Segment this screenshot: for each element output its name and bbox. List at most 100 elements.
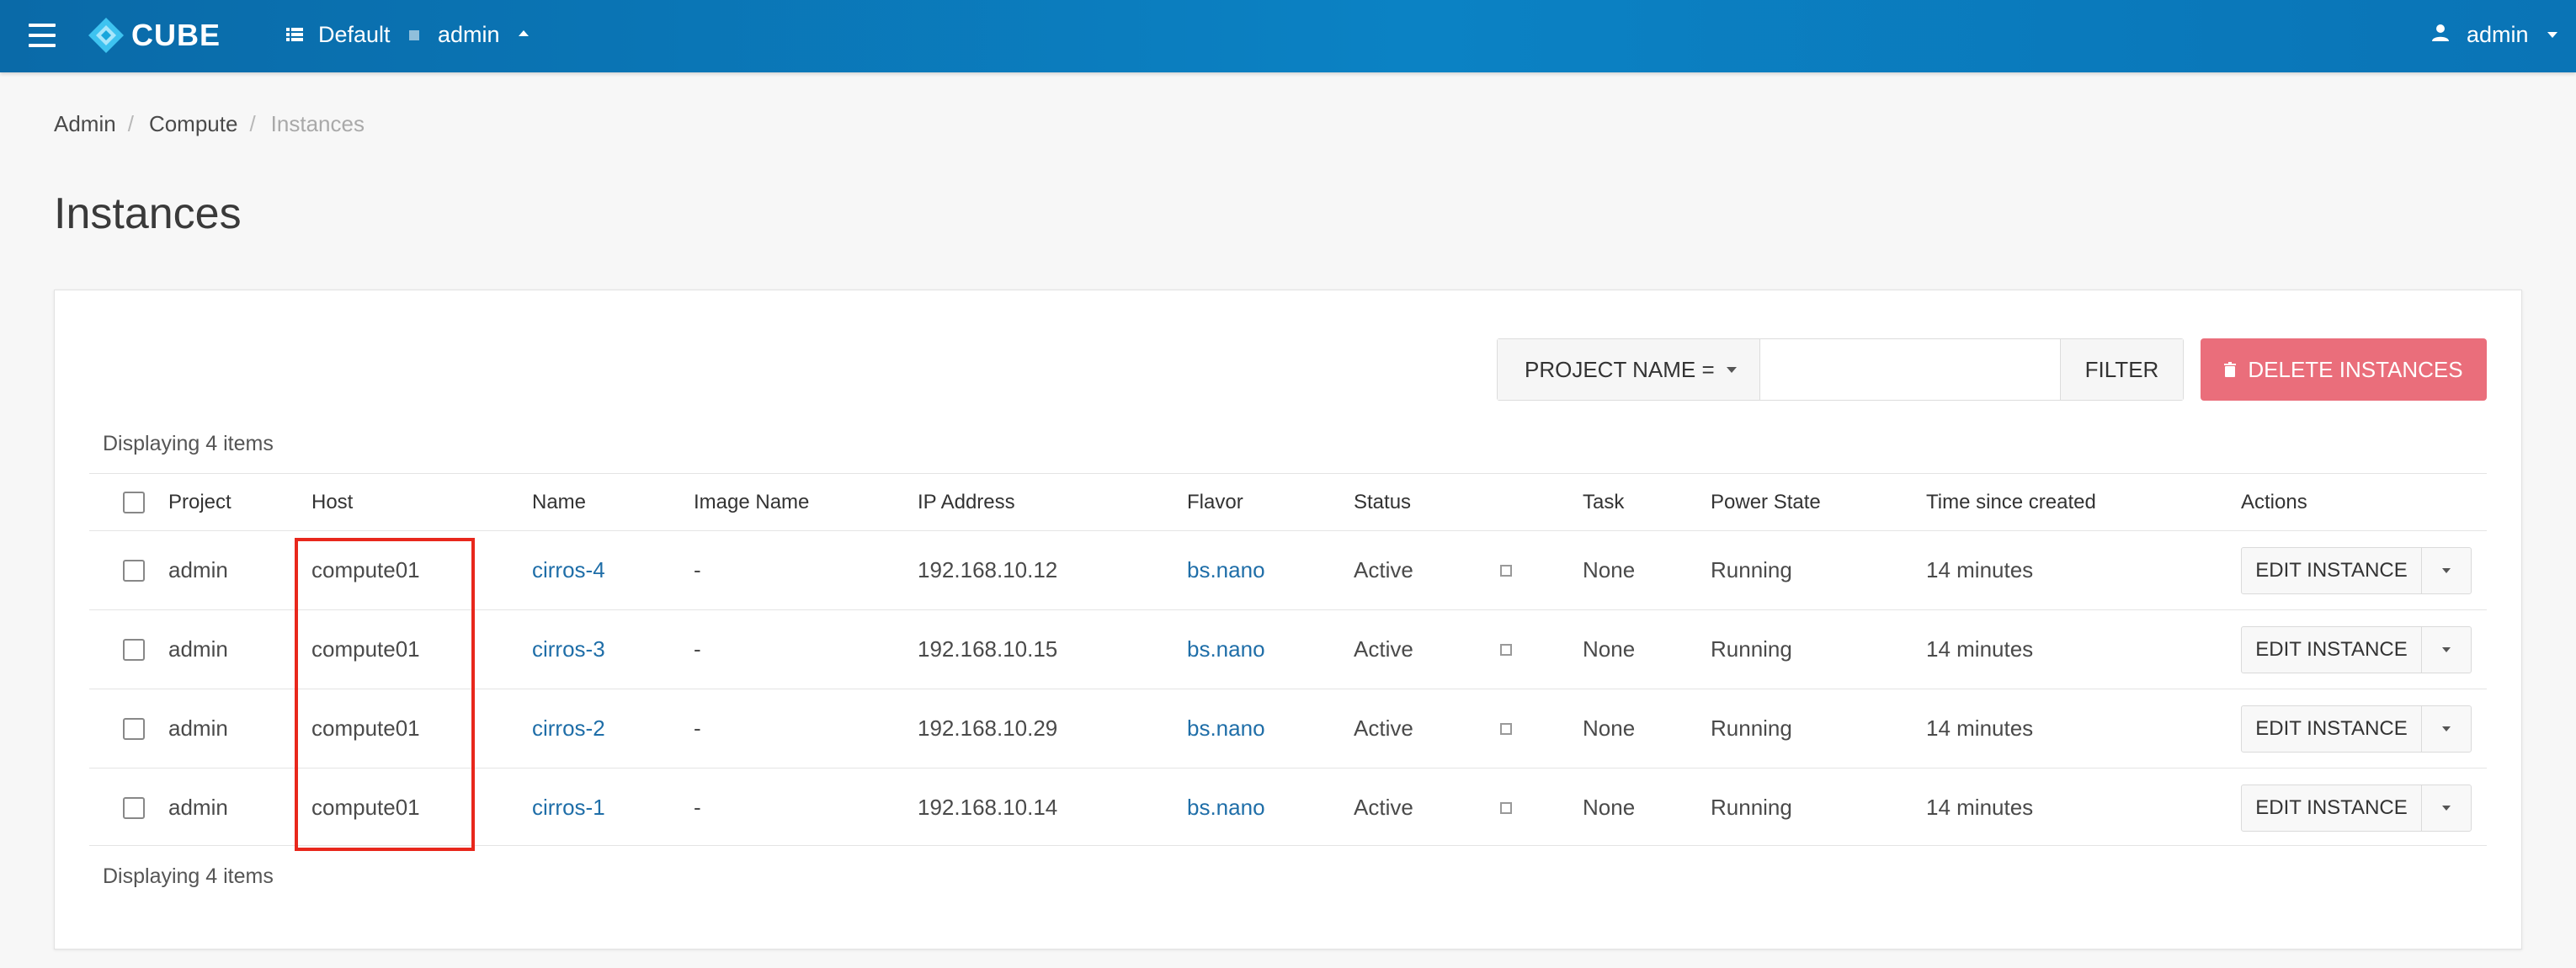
breadcrumb-current: Instances: [270, 111, 365, 136]
table-row: admin compute01 cirros-4 - 192.168.10.12…: [89, 530, 2487, 609]
status-square-icon: [1500, 722, 1512, 735]
power-state-cell: Running: [1711, 557, 1792, 582]
task-cell: None: [1583, 795, 1636, 820]
hamburger-menu-icon[interactable]: [29, 24, 56, 47]
power-state-cell: Running: [1711, 795, 1792, 820]
filter-field-select[interactable]: PROJECT NAME =: [1498, 339, 1760, 400]
row-select-cell: [123, 610, 145, 689]
status-square-icon: [1500, 801, 1512, 814]
status-square-icon: [1500, 643, 1512, 656]
host-cell: compute01: [311, 636, 420, 662]
actions-cell: EDIT INSTANCE: [2241, 689, 2472, 768]
caret-down-icon: [1726, 366, 1737, 373]
breadcrumb-admin[interactable]: Admin: [54, 111, 116, 136]
status-cell: Active: [1354, 636, 1413, 662]
edit-instance-button[interactable]: EDIT INSTANCE: [2242, 547, 2422, 593]
column-header-host[interactable]: Host: [311, 474, 353, 530]
table-row: admin compute01 cirros-2 - 192.168.10.29…: [89, 689, 2487, 768]
task-cell: None: [1583, 636, 1636, 662]
ip-address-cell: 192.168.10.14: [918, 795, 1058, 820]
flavor-link[interactable]: bs.nano: [1187, 531, 1265, 609]
host-cell: compute01: [311, 795, 420, 820]
user-menu[interactable]: admin: [2467, 20, 2529, 49]
table-header-row: Project Host Name Image Name IP Address …: [89, 473, 2487, 530]
action-button-group: EDIT INSTANCE: [2241, 784, 2472, 832]
actions-dropdown-button[interactable]: [2422, 706, 2471, 752]
actions-cell: EDIT INSTANCE: [2241, 531, 2472, 609]
status-indicator-cell: [1500, 769, 1512, 847]
project-cell: admin: [168, 715, 228, 741]
page-title: Instances: [54, 189, 242, 238]
actions-cell: EDIT INSTANCE: [2241, 769, 2472, 847]
brand-name[interactable]: CUBE: [131, 17, 221, 54]
separator-icon: [409, 30, 419, 40]
filter-input[interactable]: [1760, 339, 2060, 400]
caret-down-icon: [2442, 805, 2451, 811]
task-cell: None: [1583, 715, 1636, 741]
ip-address-cell: 192.168.10.29: [918, 715, 1058, 741]
status-cell: Active: [1354, 557, 1413, 582]
power-state-cell: Running: [1711, 636, 1792, 662]
select-all-checkbox[interactable]: [123, 491, 145, 513]
row-checkbox[interactable]: [123, 717, 145, 740]
edit-instance-button[interactable]: EDIT INSTANCE: [2242, 785, 2422, 831]
actions-dropdown-button[interactable]: [2422, 548, 2471, 593]
caret-down-icon: [2442, 646, 2451, 652]
host-cell: compute01: [311, 557, 420, 582]
list-icon: [286, 28, 303, 41]
project-cell: admin: [168, 636, 228, 662]
trash-icon: [2224, 362, 2237, 377]
column-header-task[interactable]: Task: [1583, 474, 1624, 530]
time-since-created-cell: 14 minutes: [1926, 557, 2034, 582]
column-header-power-state[interactable]: Power State: [1711, 474, 1821, 530]
actions-dropdown-button[interactable]: [2422, 627, 2471, 673]
column-header-time-since-created[interactable]: Time since created: [1926, 474, 2096, 530]
filter-select-label: PROJECT NAME =: [1525, 356, 1715, 382]
filter-group: PROJECT NAME = FILTER: [1497, 338, 2184, 401]
column-header-flavor[interactable]: Flavor: [1187, 474, 1243, 530]
flavor-link[interactable]: bs.nano: [1187, 689, 1265, 768]
row-checkbox[interactable]: [123, 638, 145, 661]
status-indicator-cell: [1500, 531, 1512, 609]
column-header-name[interactable]: Name: [532, 474, 586, 530]
actions-dropdown-button[interactable]: [2422, 785, 2471, 831]
column-header-ip-address[interactable]: IP Address: [918, 474, 1015, 530]
row-checkbox[interactable]: [123, 796, 145, 819]
status-cell: Active: [1354, 795, 1413, 820]
edit-instance-button[interactable]: EDIT INSTANCE: [2242, 626, 2422, 673]
action-button-group: EDIT INSTANCE: [2241, 546, 2472, 594]
ip-address-cell: 192.168.10.15: [918, 636, 1058, 662]
instance-name-link[interactable]: cirros-2: [532, 689, 605, 768]
ip-address-cell: 192.168.10.12: [918, 557, 1058, 582]
domain-selector[interactable]: Default: [318, 20, 391, 49]
delete-instances-button[interactable]: DELETE INSTANCES: [2201, 338, 2487, 401]
instance-name-link[interactable]: cirros-4: [532, 531, 605, 609]
time-since-created-cell: 14 minutes: [1926, 795, 2034, 820]
image-name-cell: -: [694, 636, 701, 662]
breadcrumb-compute[interactable]: Compute: [149, 111, 238, 136]
instance-name-link[interactable]: cirros-3: [532, 610, 605, 689]
cube-logo-icon: [88, 18, 124, 53]
filter-button[interactable]: FILTER: [2060, 339, 2183, 400]
status-indicator-cell: [1500, 689, 1512, 768]
display-count-bottom: Displaying 4 items: [103, 864, 274, 888]
project-cell: admin: [168, 795, 228, 820]
breadcrumb-divider: /: [127, 111, 134, 136]
caret-up-icon[interactable]: [519, 30, 529, 36]
flavor-link[interactable]: bs.nano: [1187, 610, 1265, 689]
column-header-project[interactable]: Project: [168, 474, 232, 530]
caret-down-icon[interactable]: [2547, 32, 2557, 38]
project-cell: admin: [168, 557, 228, 582]
status-square-icon: [1500, 564, 1512, 577]
instance-name-link[interactable]: cirros-1: [532, 769, 605, 847]
column-header-status[interactable]: Status: [1354, 474, 1411, 530]
project-selector[interactable]: admin: [438, 20, 500, 49]
table-bottom-divider: [89, 845, 2487, 846]
status-cell: Active: [1354, 715, 1413, 741]
row-checkbox[interactable]: [123, 559, 145, 582]
edit-instance-button[interactable]: EDIT INSTANCE: [2242, 705, 2422, 752]
image-name-cell: -: [694, 715, 701, 741]
flavor-link[interactable]: bs.nano: [1187, 769, 1265, 847]
column-header-image-name[interactable]: Image Name: [694, 474, 809, 530]
row-select-cell: [123, 769, 145, 847]
